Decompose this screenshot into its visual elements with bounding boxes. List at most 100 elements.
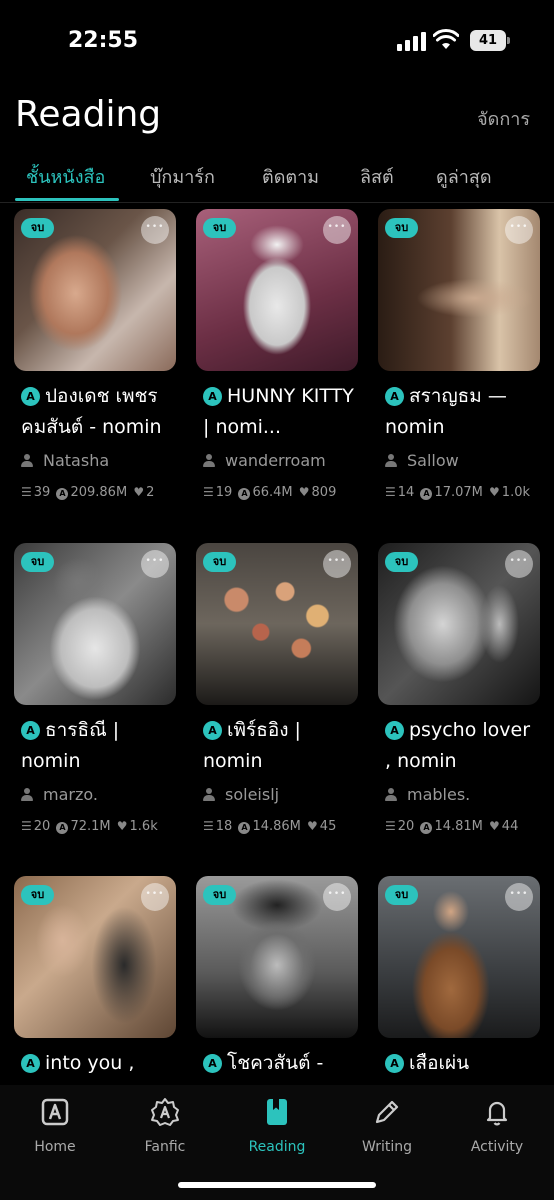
view-count: 17.07M [434,485,483,500]
story-a-icon: A [21,1054,40,1073]
active-tab-indicator [15,198,119,201]
view-count: 72.1M [70,819,111,834]
book-cover-image[interactable]: จบ [196,209,358,371]
more-options-icon[interactable] [323,550,351,578]
like-count: 1.6k [129,819,158,834]
nav-fanfic[interactable]: Fanfic [120,1097,210,1155]
more-options-icon[interactable] [141,216,169,244]
completed-badge: จบ [203,552,236,572]
chapters-list-icon: ☰ [385,819,396,833]
author-icon [21,788,33,801]
home-indicator[interactable] [178,1182,376,1188]
view-count: 14.81M [434,819,483,834]
book-author: marzo. [43,785,98,804]
book-cover-image[interactable]: จบ [196,543,358,705]
views-icon: A [56,488,69,500]
nav-reading[interactable]: Reading [232,1097,322,1155]
chapter-count: 20 [33,819,51,834]
story-a-icon: A [21,387,40,406]
like-count: 44 [501,819,519,834]
book-title: โชควสันต์ - [227,1052,324,1074]
more-options-icon[interactable] [323,216,351,244]
heart-icon: ♥ [489,485,500,499]
tab-recent[interactable]: ดูล่าสุด [436,162,492,191]
story-a-icon: A [203,1054,222,1073]
more-options-icon[interactable] [505,550,533,578]
author-icon [385,788,397,801]
tab-bookmarks[interactable]: บุ๊กมาร์ก [150,162,215,191]
wifi-icon [433,29,459,49]
tab-bar: ชั้นหนังสือ บุ๊กมาร์ก ติดตาม ลิสต์ ดูล่า… [0,150,554,203]
book-stats: ☰ 20 A 72.1M ♥ 1.6k [21,819,176,834]
nav-activity[interactable]: Activity [452,1097,542,1155]
book-stats: ☰ 39 A 209.86M ♥ 2 [21,485,176,500]
completed-badge: จบ [385,218,418,238]
book-title: เสือเผ่น [409,1052,470,1074]
book-cover-image[interactable]: จบ [378,876,540,1038]
book-cover-image[interactable]: จบ [196,876,358,1038]
tab-bookshelf[interactable]: ชั้นหนังสือ [26,162,105,191]
chapters-list-icon: ☰ [203,485,214,499]
heart-icon: ♥ [489,819,500,833]
view-count: 209.86M [70,485,128,500]
story-a-icon: A [385,721,404,740]
book-author: soleislj [225,785,280,804]
tab-lists[interactable]: ลิสต์ [360,162,394,191]
views-icon: A [56,822,69,834]
like-count: 45 [319,819,337,834]
bookmark-book-icon [267,1099,287,1125]
chapters-list-icon: ☰ [385,485,396,499]
book-title: HUNNY KITTY | nomi... [203,385,354,438]
heart-icon: ♥ [133,485,145,499]
more-options-icon[interactable] [505,216,533,244]
views-icon: A [420,488,433,500]
tab-following[interactable]: ติดตาม [262,162,319,191]
more-options-icon[interactable] [141,883,169,911]
book-author: Natasha [43,451,110,470]
views-icon: A [420,822,433,834]
story-a-icon: A [21,721,40,740]
book-cover-image[interactable]: จบ [378,543,540,705]
book-stats: ☰ 18 A 14.86M ♥ 45 [203,819,358,834]
nav-label: Reading [248,1139,306,1155]
like-count: 2 [146,485,155,500]
manage-button[interactable]: จัดการ [477,104,530,133]
chapter-count: 20 [397,819,415,834]
nav-label: Writing [362,1139,412,1155]
views-icon: A [238,488,251,500]
completed-badge: จบ [203,885,236,905]
author-icon [21,454,33,467]
book-author: wanderroam [225,451,326,470]
more-options-icon[interactable] [505,883,533,911]
pencil-icon [375,1100,399,1124]
book-author: Sallow [407,451,459,470]
more-options-icon[interactable] [141,550,169,578]
book-cover-image[interactable]: จบ [14,209,176,371]
chapter-count: 14 [397,485,415,500]
bell-icon [486,1101,508,1126]
book-stats: ☰ 14 A 17.07M ♥ 1.0k [385,485,540,500]
completed-badge: จบ [21,218,54,238]
more-options-icon[interactable] [323,883,351,911]
cellular-signal-icon [397,31,427,51]
chapters-list-icon: ☰ [21,485,32,499]
views-icon: A [238,822,251,834]
book-stats: ☰ 20 A 14.81M ♥ 44 [385,819,540,834]
nav-writing[interactable]: Writing [342,1097,432,1155]
completed-badge: จบ [385,552,418,572]
completed-badge: จบ [21,552,54,572]
like-count: 1.0k [501,485,530,500]
book-cover-image[interactable]: จบ [378,209,540,371]
story-a-icon: A [203,387,222,406]
story-a-icon: A [385,387,404,406]
story-a-icon: A [203,721,222,740]
nav-label: Home [34,1139,76,1155]
view-count: 14.86M [252,819,301,834]
book-cover-image[interactable]: จบ [14,876,176,1038]
author-icon [203,788,215,801]
book-cover-image[interactable]: จบ [14,543,176,705]
nav-home[interactable]: Home [10,1097,100,1155]
battery-icon: 41 [470,30,510,51]
book-title: psycho lover , nomin [385,719,531,772]
book-title: into you , [45,1052,135,1074]
